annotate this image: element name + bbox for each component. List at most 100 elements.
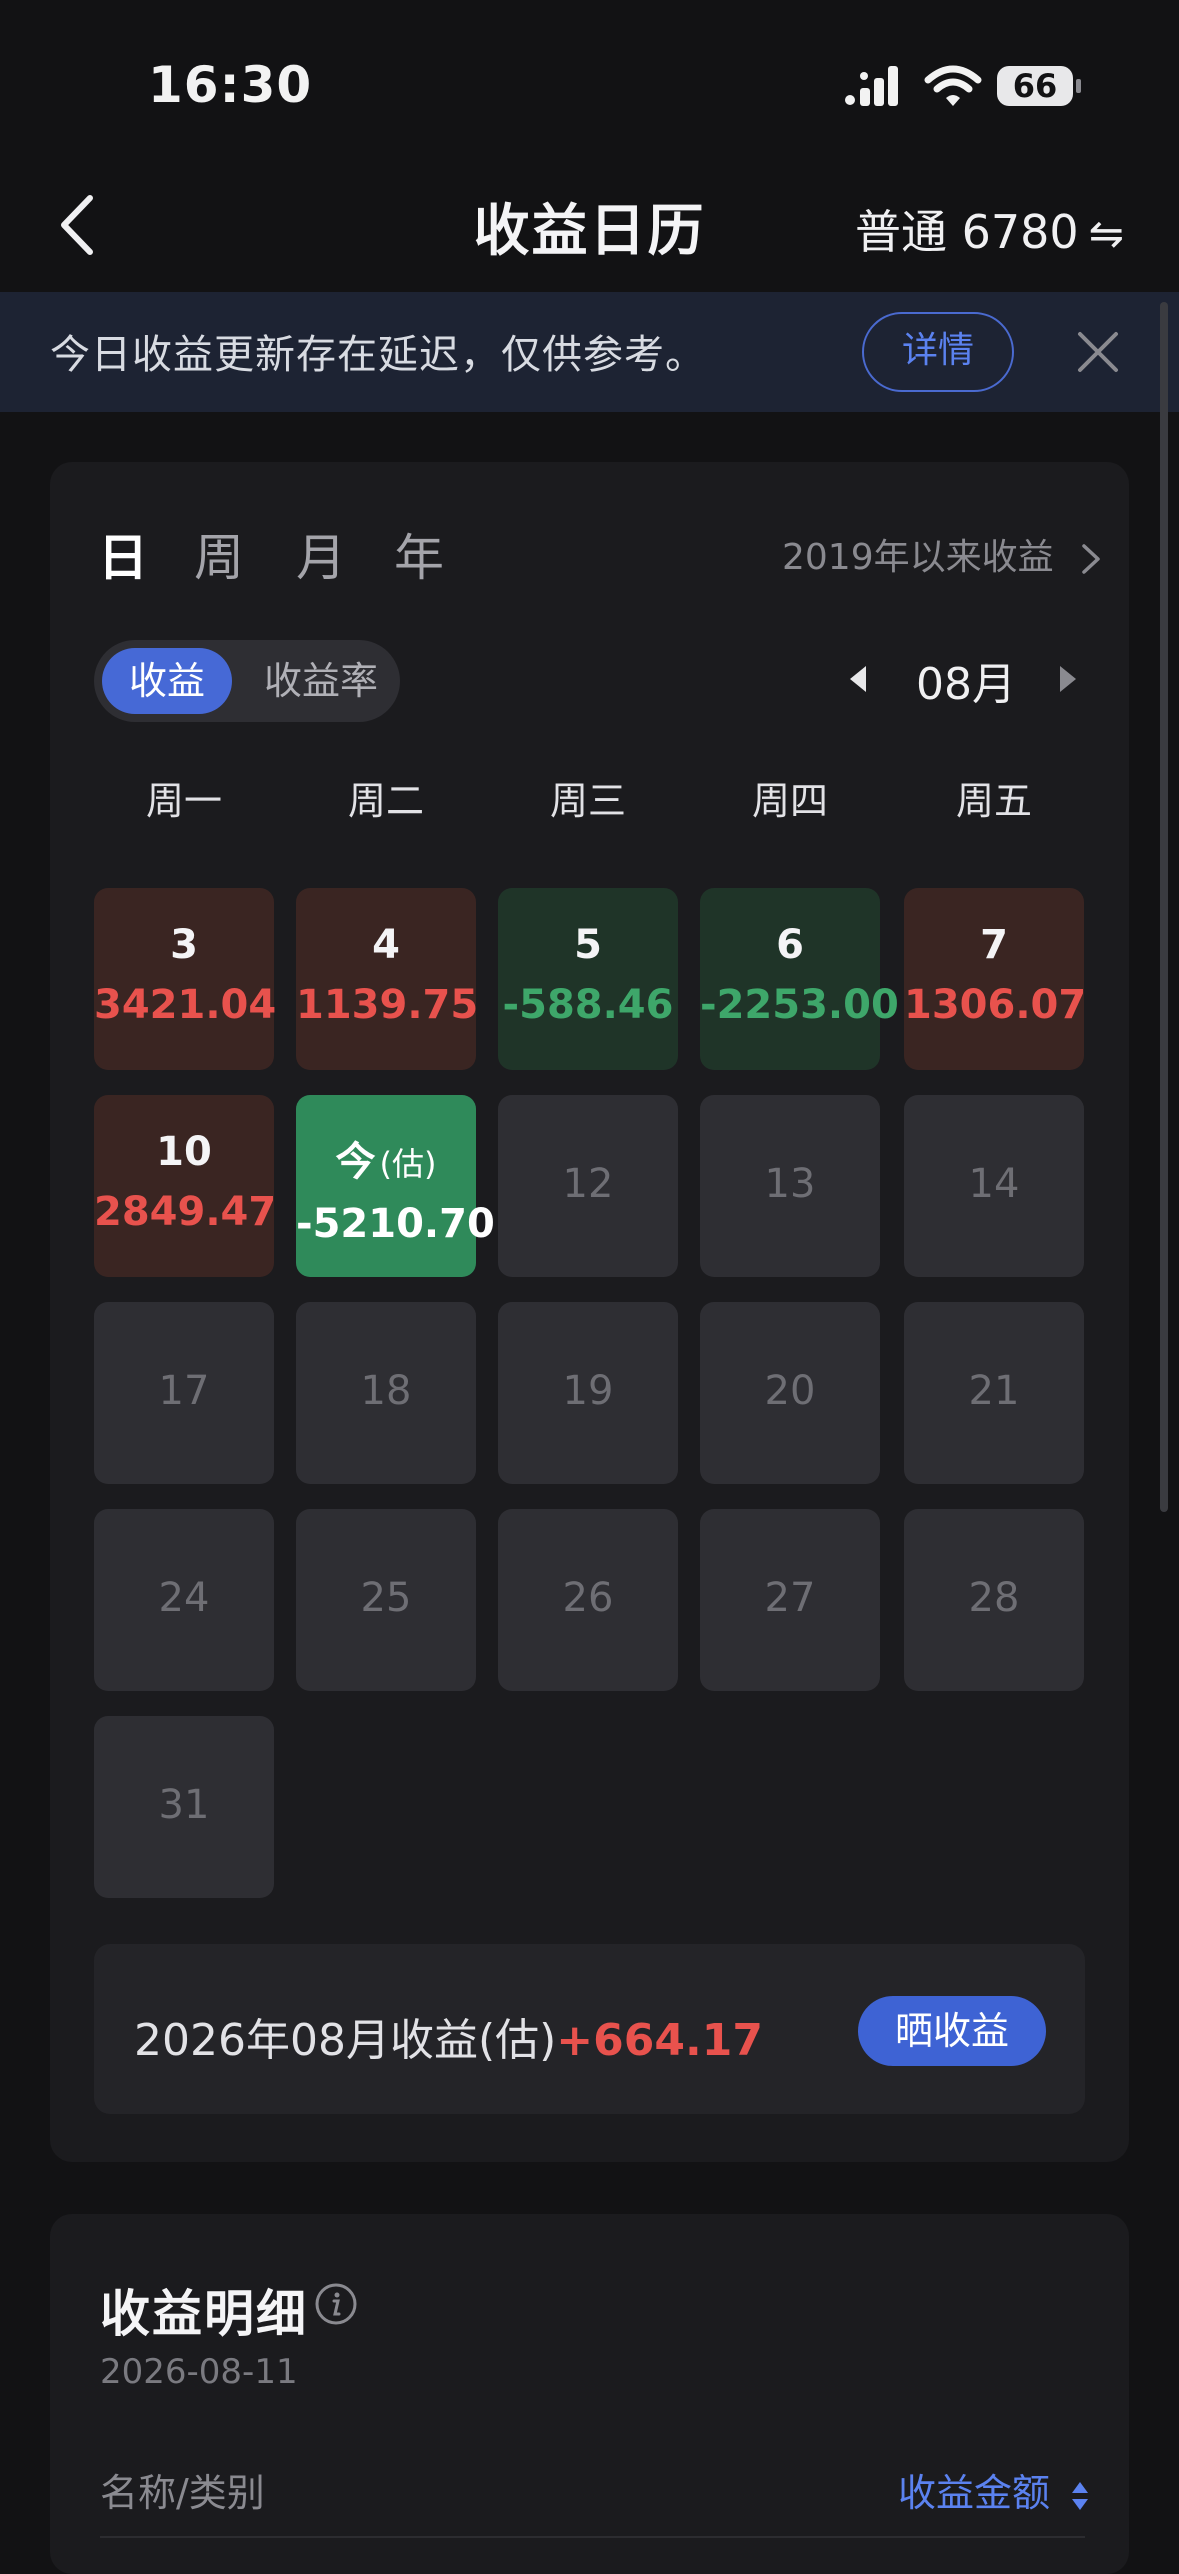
day-number-text: 3 [170, 922, 198, 968]
day-number-text: 20 [764, 1368, 816, 1414]
day-number: 12 [498, 1161, 678, 1207]
day-income-value: -2253.00 [700, 982, 899, 1028]
account-switcher[interactable]: 普通 6780 ⇋ [855, 196, 1124, 262]
day-income-value: 1306.07 [904, 982, 1087, 1028]
calendar-day-cell[interactable]: 今 (估) -5210.70 [296, 1095, 495, 1277]
swap-icon: ⇋ [1088, 209, 1124, 258]
details-card [50, 2214, 1129, 2574]
divider [100, 2536, 1085, 2538]
calendar-day-cell[interactable]: 31 [94, 1716, 274, 1898]
calendar-day-cell[interactable]: 13 [700, 1095, 880, 1277]
calendar-day-cell[interactable]: 27 [700, 1509, 880, 1691]
day-income-value: -5210.70 [296, 1201, 495, 1247]
calendar-day-cell[interactable]: 10 2849.47 [94, 1095, 277, 1277]
info-icon[interactable] [314, 2282, 358, 2326]
day-number: 4 [296, 922, 476, 968]
share-income-button[interactable]: 晒收益 [858, 1996, 1046, 2066]
day-number-text: 26 [562, 1575, 614, 1621]
calendar-day-cell[interactable]: 28 [904, 1509, 1084, 1691]
calendar-day-cell[interactable]: 26 [498, 1509, 678, 1691]
scrollbar[interactable] [1160, 302, 1168, 1512]
next-month-icon[interactable] [1060, 666, 1076, 692]
weekday-tue: 周二 [347, 779, 424, 823]
calendar-day-cell[interactable]: 5 -588.46 [498, 888, 678, 1070]
summary-value: +664.17 [556, 2015, 763, 2066]
day-number-text: 今 [335, 1139, 376, 1185]
day-number: 24 [94, 1575, 274, 1621]
day-number: 17 [94, 1368, 274, 1414]
day-number: 19 [498, 1368, 678, 1414]
summary-text: 2026年08月收益(估)+664.17 [134, 2004, 763, 2068]
calendar-day-cell[interactable]: 12 [498, 1095, 678, 1277]
day-number-text: 10 [156, 1129, 212, 1175]
day-number-text: 13 [764, 1161, 816, 1207]
column-name: 名称/类别 [100, 2471, 265, 2515]
banner-detail-button[interactable]: 详情 [862, 312, 1014, 392]
since-link-label: 2019年以来收益 [782, 537, 1054, 578]
calendar-day-cell[interactable]: 18 [296, 1302, 476, 1484]
day-number-text: 7 [980, 922, 1008, 968]
calendar-day-cell[interactable]: 6 -2253.00 [700, 888, 899, 1070]
day-number: 21 [904, 1368, 1084, 1414]
sort-icon [1072, 2481, 1089, 2510]
calendar-day-cell[interactable]: 21 [904, 1302, 1084, 1484]
day-number-text: 27 [764, 1575, 816, 1621]
day-number: 18 [296, 1368, 476, 1414]
column-amount-label: 收益金额 [898, 2471, 1051, 2515]
calendar-day-cell[interactable]: 19 [498, 1302, 678, 1484]
day-number-text: 12 [562, 1161, 614, 1207]
day-number-text: 5 [574, 922, 602, 968]
day-number-text: 24 [158, 1575, 210, 1621]
calendar-day-cell[interactable]: 17 [94, 1302, 274, 1484]
close-icon[interactable] [1072, 326, 1124, 378]
tab-week[interactable]: 周 [194, 518, 244, 590]
day-number-text: 19 [562, 1368, 614, 1414]
day-income-value: -588.46 [502, 982, 674, 1028]
day-number: 7 [904, 922, 1084, 968]
toggle-income[interactable]: 收益 [102, 648, 232, 714]
weekday-wed: 周三 [549, 779, 626, 823]
tab-day[interactable]: 日 [98, 518, 148, 590]
weekday-fri: 周五 [955, 779, 1032, 823]
tab-year[interactable]: 年 [394, 518, 444, 590]
calendar-day-cell[interactable]: 7 1306.07 [904, 888, 1087, 1070]
calendar-day-cell[interactable]: 24 [94, 1509, 274, 1691]
day-number-text: 21 [968, 1368, 1020, 1414]
day-number: 10 [94, 1129, 274, 1175]
estimate-tag: (估) [379, 1145, 437, 1183]
column-amount-sort[interactable]: 收益金额 [898, 2462, 1090, 2517]
day-number-text: 6 [776, 922, 804, 968]
since-2019-link[interactable]: 2019年以来收益 [782, 528, 1103, 580]
day-number-text: 4 [372, 922, 400, 968]
chevron-right-icon [1082, 544, 1100, 574]
details-title: 收益明细 [100, 2285, 308, 2343]
battery-icon: 66 [996, 62, 1082, 110]
day-number: 14 [904, 1161, 1084, 1207]
day-number: 6 [700, 922, 880, 968]
day-income-value: 1139.75 [296, 982, 479, 1028]
day-number: 20 [700, 1368, 880, 1414]
tab-month[interactable]: 月 [296, 518, 346, 590]
day-number-text: 18 [360, 1368, 412, 1414]
calendar-day-cell[interactable]: 20 [700, 1302, 880, 1484]
cellular-signal-icon [845, 66, 898, 106]
day-number-text: 31 [158, 1782, 210, 1828]
weekday-thu: 周四 [751, 779, 828, 823]
weekday-mon: 周一 [145, 779, 222, 823]
calendar-day-cell[interactable]: 14 [904, 1095, 1084, 1277]
day-number: 今 (估) [296, 1129, 476, 1187]
calendar-day-cell[interactable]: 3 3421.04 [94, 888, 276, 1070]
day-number-text: 25 [360, 1575, 412, 1621]
day-number: 13 [700, 1161, 880, 1207]
day-income-value: 2849.47 [94, 1189, 277, 1235]
status-time: 16:30 [148, 56, 313, 114]
toggle-rate[interactable]: 收益率 [256, 648, 386, 714]
day-number: 5 [498, 922, 678, 968]
day-number-text: 28 [968, 1575, 1020, 1621]
calendar-day-cell[interactable]: 4 1139.75 [296, 888, 479, 1070]
prev-month-icon[interactable] [850, 666, 866, 692]
battery-level: 66 [1012, 67, 1058, 105]
banner-text: 今日收益更新存在延迟，仅供参考。 [50, 332, 706, 378]
calendar-day-cell[interactable]: 25 [296, 1509, 476, 1691]
account-label: 普通 6780 [855, 205, 1079, 259]
